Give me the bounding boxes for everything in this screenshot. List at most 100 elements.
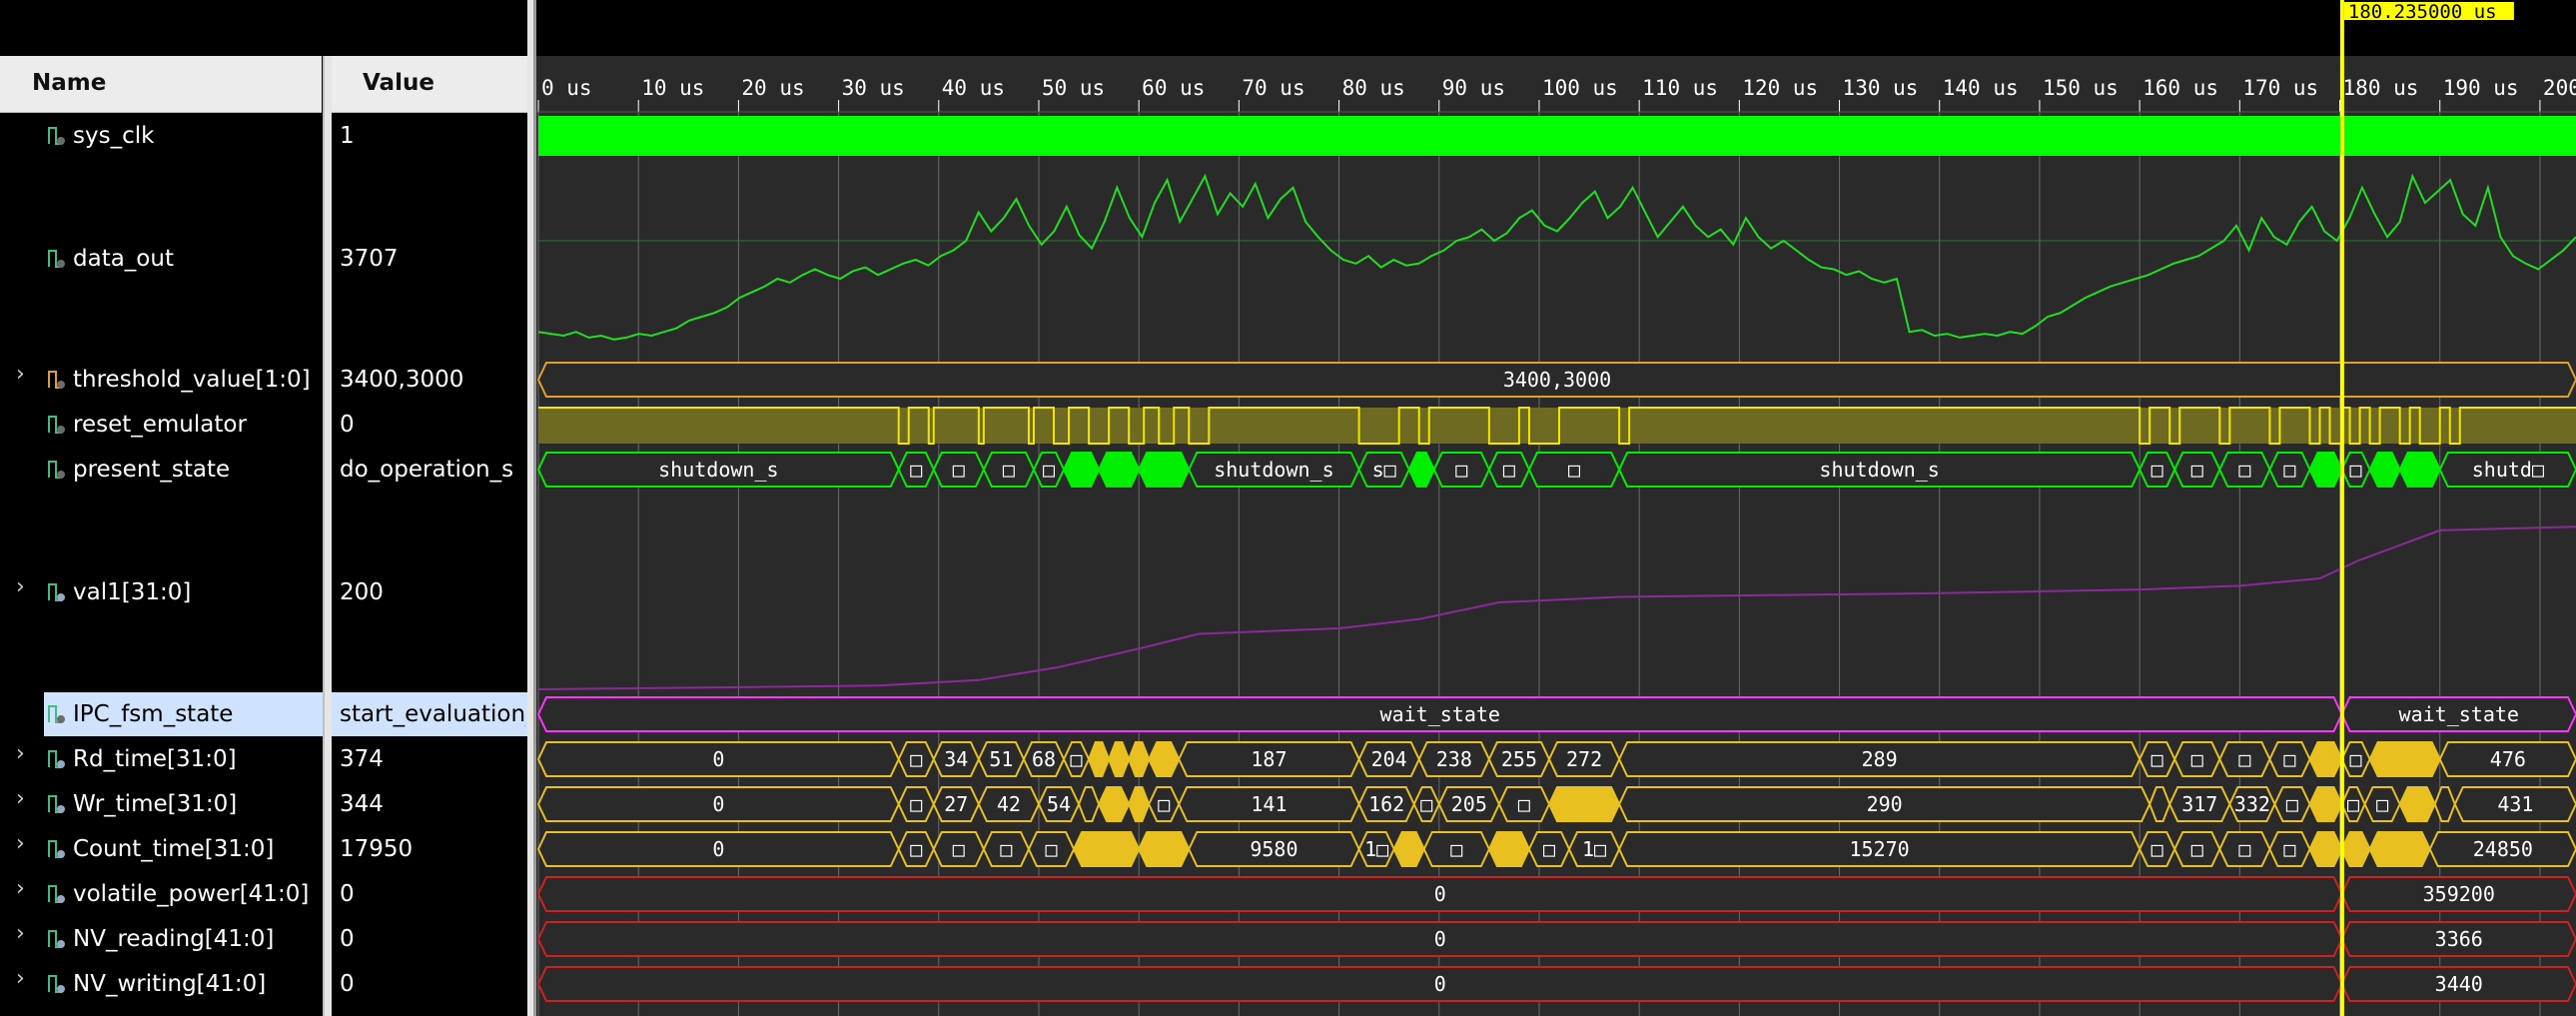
signal-value: 200	[340, 579, 384, 605]
tick-label: 10 us	[641, 76, 704, 100]
bus-signal-icon	[48, 930, 65, 948]
present-state-label: □	[1503, 458, 1515, 482]
present-state-label: □	[953, 458, 965, 482]
present-state-label: □	[2191, 458, 2203, 482]
signal-row[interactable]: reset_emulator 0	[0, 403, 527, 447]
chevron-right-icon[interactable]: ›	[16, 741, 25, 766]
nv-writing-label: 3440	[2435, 972, 2483, 996]
rd-time-label: □	[2151, 747, 2163, 771]
signal-name: NV_reading[41:0]	[73, 926, 275, 952]
count-time-transition	[1488, 831, 1530, 867]
bus-signal-icon	[48, 885, 65, 903]
count-time-label: □	[2283, 837, 2295, 861]
signal-value: 17950	[340, 836, 414, 862]
nv-writing-label: 0	[1434, 972, 1446, 996]
signal-name: data_out	[73, 246, 174, 272]
rd-time-label: 34	[944, 747, 968, 771]
rd-time-label: 255	[1501, 747, 1537, 771]
wr-time-transition	[1548, 786, 1620, 822]
signal-name: val1[31:0]	[73, 579, 192, 605]
signal-row[interactable]: IPC_fsm_state start_evaluation_1	[0, 692, 527, 736]
rd-time-label: □	[2238, 747, 2250, 771]
tick-label: 40 us	[942, 76, 1005, 100]
signal-row[interactable]: data_out 3707	[0, 237, 527, 281]
count-time-label: □	[2191, 837, 2203, 861]
signal-name: volatile_power[41:0]	[73, 881, 310, 907]
signal-row[interactable]: sys_clk 1	[0, 114, 527, 158]
wr-time-label: 0	[712, 792, 724, 816]
tick-label: 0 us	[541, 76, 592, 100]
count-time-label: 15270	[1850, 837, 1910, 861]
wr-time-label: 141	[1251, 792, 1287, 816]
nv-reading-label: 0	[1434, 927, 1446, 951]
tick-label: 70 us	[1242, 76, 1304, 100]
present-state-label: shutdown_s	[1214, 458, 1333, 482]
wr-time-label: 205	[1451, 792, 1487, 816]
signal-row[interactable]: › NV_reading[41:0] 0	[0, 917, 527, 961]
rd-time-label: □	[2191, 747, 2203, 771]
chevron-right-icon[interactable]: ›	[16, 876, 25, 901]
present-state-label: □	[1568, 458, 1580, 482]
count-time-label: □	[2238, 837, 2250, 861]
signal-row[interactable]: › volatile_power[41:0] 0	[0, 872, 527, 916]
rd-time-label: 187	[1251, 747, 1287, 771]
wr-time-label: □	[1420, 792, 1432, 816]
signal-row[interactable]: › Count_time[31:0] 17950	[0, 827, 527, 871]
value-column-header[interactable]: Value	[332, 56, 527, 113]
signal-name: Count_time[31:0]	[73, 836, 275, 862]
tick-label: 30 us	[842, 76, 905, 100]
signal-name: reset_emulator	[73, 412, 247, 438]
wr-time-label: 431	[2497, 792, 2533, 816]
signal-row[interactable]: › val1[31:0] 200	[0, 570, 527, 614]
bus-signal-icon	[48, 583, 65, 601]
signal-row[interactable]: › NV_writing[41:0] 0	[0, 962, 527, 1006]
count-time-label: □	[2151, 837, 2163, 861]
present-state-transition	[1063, 452, 1100, 488]
chevron-right-icon[interactable]: ›	[16, 786, 25, 811]
signal-row[interactable]: › threshold_value[1:0] 3400,3000	[0, 358, 527, 402]
bus-signal-icon	[48, 750, 65, 768]
array-signal-icon	[48, 371, 65, 389]
name-column-header[interactable]: Name	[0, 56, 322, 113]
present-state-transition	[1098, 452, 1140, 488]
bit-signal-icon	[48, 461, 65, 479]
present-state-label: □	[1455, 458, 1467, 482]
chevron-right-icon[interactable]: ›	[16, 831, 25, 856]
waveform-viewer[interactable]: 0 us 10 us 20 us 30 us 40 us 50 us 60 us 70 us 8…	[536, 0, 2576, 1016]
tick-label: 100 us	[1542, 76, 1618, 100]
present-state-transition	[2399, 452, 2441, 488]
present-state-label: □	[2238, 458, 2250, 482]
chevron-right-icon[interactable]: ›	[16, 966, 25, 991]
value-header-label: Value	[363, 70, 434, 96]
present-state-label: □	[2350, 458, 2362, 482]
signal-row[interactable]: present_state do_operation_s	[0, 448, 527, 492]
chevron-right-icon[interactable]: ›	[16, 921, 25, 946]
rd-time-label: 51	[989, 747, 1013, 771]
cursor-time-label: 180.235000 us	[2348, 1, 2497, 23]
present-state-label: □	[910, 458, 922, 482]
tick-label: 150 us	[2043, 76, 2119, 100]
signal-row[interactable]: › Wr_time[31:0] 344	[0, 782, 527, 826]
volatile-power-label: 359200	[2423, 882, 2495, 906]
present-state-transition	[1138, 452, 1190, 488]
timeline-ruler-background	[536, 0, 2576, 56]
rd-time-label: □	[910, 747, 922, 771]
ipc-fsm-state-label: wait_state	[1380, 702, 1500, 726]
wr-time-label: 42	[997, 792, 1021, 816]
chevron-right-icon[interactable]: ›	[16, 362, 25, 387]
rd-time-label: □	[1071, 747, 1083, 771]
signal-row[interactable]: › Rd_time[31:0] 374	[0, 737, 527, 781]
signal-name: IPC_fsm_state	[73, 701, 234, 727]
bus-signal-icon	[48, 795, 65, 813]
nv-reading-label: 3366	[2435, 927, 2483, 951]
tick-label: 180 us	[2343, 76, 2419, 100]
count-time-label: □	[1045, 837, 1057, 861]
wr-time-label: 27	[944, 792, 968, 816]
present-state-label: □	[1043, 458, 1055, 482]
count-time-label: □	[910, 837, 922, 861]
tick-label: 50 us	[1042, 76, 1105, 100]
chevron-right-icon[interactable]: ›	[16, 574, 25, 599]
count-time-transition	[1073, 831, 1140, 867]
signal-name: Rd_time[31:0]	[73, 746, 237, 772]
rd-time-label: □	[2350, 747, 2362, 771]
